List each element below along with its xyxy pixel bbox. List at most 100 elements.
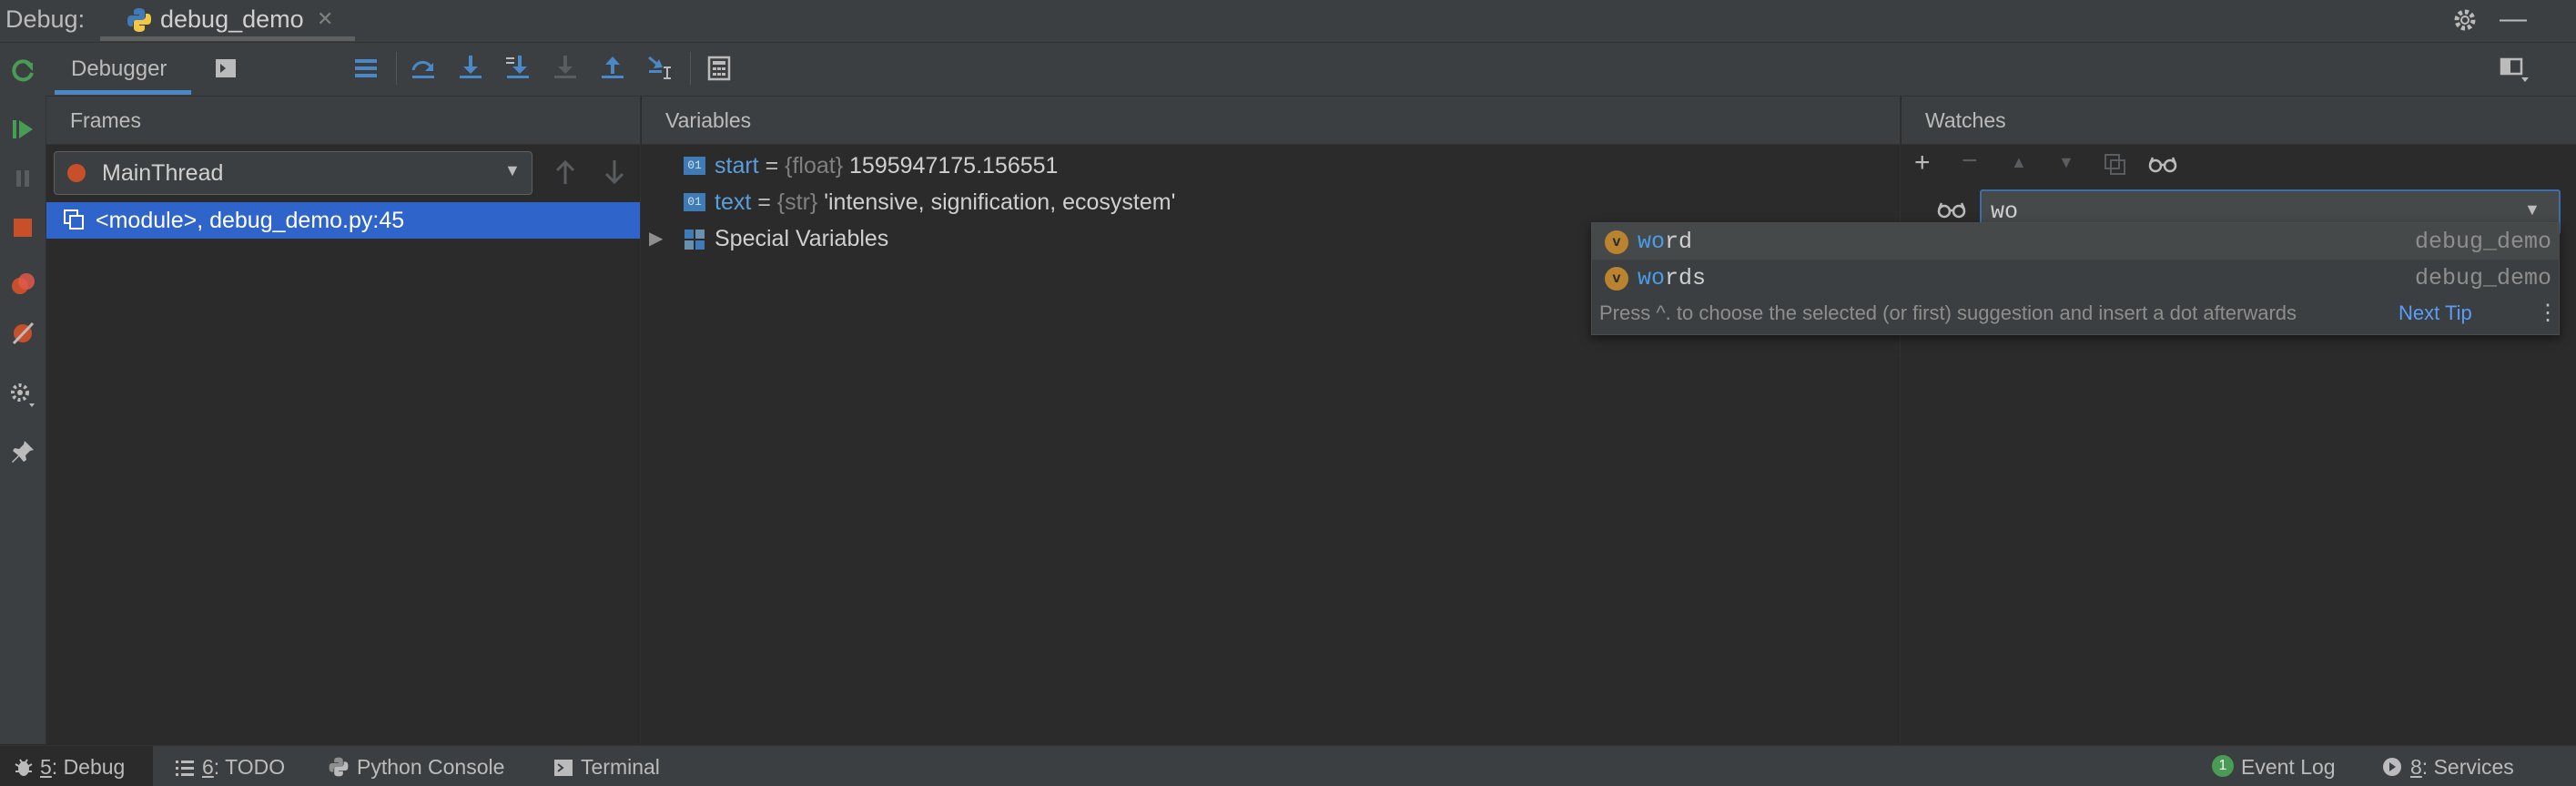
move-up-icon[interactable]: ▲ [2011,153,2027,172]
thread-status-icon [67,164,86,182]
toolbar-separator [690,52,691,85]
completion-rest: rds [1665,265,1707,291]
variable-name: text [715,189,752,215]
more-options-icon[interactable]: ⋮ [2537,300,2559,326]
event-log-badge: 1 [2212,755,2234,777]
step-out-icon[interactable] [599,54,626,81]
terminal-icon [554,760,573,776]
variable-row[interactable]: 01 text = {str} 'intensive, significatio… [642,185,1900,219]
tab-debugger[interactable]: Debugger [71,43,167,92]
python-icon [127,8,151,32]
force-step-into-icon [554,56,576,78]
add-watch-icon[interactable]: + [1914,148,1931,179]
console-icon [216,59,236,77]
run-to-cursor-icon[interactable] [646,54,675,83]
chevron-down-icon[interactable]: ▼ [2524,200,2541,219]
frame-label: <module>, debug_demo.py:45 [96,208,405,233]
expand-arrow-icon[interactable]: ▶ [649,227,663,250]
tool-window-terminal-label: Terminal [581,755,660,779]
next-frame-icon[interactable] [602,158,627,186]
tool-window-todo[interactable]: 6: TODO [175,755,285,780]
completion-rest: rd [1665,229,1693,255]
frames-panel: Frames MainThread ▼ <module>, debug_demo… [46,97,641,744]
watch-glasses-icon [1937,202,1966,219]
tool-window-terminal[interactable]: Terminal [553,755,660,780]
toolbar-separator [396,52,397,85]
view-breakpoints-icon[interactable] [9,271,36,298]
tool-window-event-log[interactable]: Event Log [2241,755,2336,780]
variables-title: Variables [665,108,752,132]
debug-side-toolbar [0,43,46,744]
tool-window-python-console[interactable]: Python Console [328,755,504,780]
debug-label: Debug: [5,5,86,33]
tool-window-debug-num: 5 [40,755,52,779]
minimize-icon[interactable]: — [2500,4,2527,35]
remove-watch-icon[interactable]: − [1962,146,1978,177]
step-into-icon[interactable] [457,54,484,81]
variable-type: {str} [776,189,818,215]
completion-popup: v word debug_demo v words debug_demo Pre… [1591,222,2560,335]
pause-icon[interactable] [9,165,36,192]
tab-console[interactable]: Console [215,43,295,120]
special-variables-label: Special Variables [715,226,889,251]
previous-frame-icon[interactable] [553,158,578,186]
pin-icon[interactable] [9,438,36,465]
step-into-my-code-icon[interactable] [504,54,532,81]
python-console-icon [329,757,349,777]
frame-icon [64,209,84,230]
layout-settings-icon[interactable] [2500,56,2530,85]
completion-item[interactable]: v words debug_demo [1592,260,2559,296]
frames-title: Frames [70,108,141,132]
completion-module: debug_demo [2414,265,2551,291]
completion-tip: Press ^. to choose the selected (or firs… [1599,301,2297,324]
thread-name: MainThread [102,160,224,186]
watches-title: Watches [1925,108,2006,132]
frame-row[interactable]: <module>, debug_demo.py:45 [46,202,640,239]
tool-window-python-console-label: Python Console [357,755,505,779]
watches-panel: Watches + − ▲ ▼ wo ▼ [1902,97,2576,744]
bug-icon [15,759,33,776]
tab-underline [100,36,355,41]
watches-header: Watches [1902,97,2576,145]
move-down-icon[interactable]: ▼ [2058,153,2074,172]
services-icon [2383,758,2401,776]
frames-header: Frames [46,97,640,145]
evaluate-expression-icon[interactable] [706,56,732,81]
variable-badge-icon: v [1605,230,1628,254]
mute-breakpoints-icon[interactable] [9,320,36,347]
variables-header: Variables [642,97,1900,145]
next-tip-link[interactable]: Next Tip [2399,301,2472,325]
variables-panel: Variables 01 start = {float} 1595947175.… [642,97,1901,744]
tool-window-debug[interactable]: 5: Debug [13,755,125,780]
debugger-toolbar: Debugger Console [46,43,2576,120]
show-watches-glasses-icon[interactable] [2147,155,2178,173]
variable-equals: = [751,189,777,215]
variable-row[interactable]: 01 start = {float} 1595947175.156551 [642,148,1900,183]
tool-window-services[interactable]: 8: Services [2381,755,2514,780]
completion-match: wo [1638,229,1666,255]
variable-value: 1595947175.156551 [849,153,1059,179]
tab-active-indicator [55,90,191,95]
todo-list-icon [176,760,194,776]
completion-item[interactable]: v word debug_demo [1592,223,2559,260]
settings-icon[interactable] [7,380,38,411]
variable-type-icon: 01 [684,157,705,175]
stop-icon[interactable] [9,214,36,241]
tool-window-todo-label: : TODO [213,755,286,779]
completion-module: debug_demo [2414,229,2551,255]
gear-icon[interactable] [2450,5,2480,35]
completion-match: wo [1638,265,1666,291]
tool-window-bar: 5: Debug 6: TODO Python Console Terminal… [0,745,2576,786]
debug-config-tab[interactable]: debug_demo ✕ [118,0,355,40]
thread-selector[interactable]: MainThread ▼ [54,151,532,195]
resume-icon[interactable] [9,116,36,143]
special-variables-icon [685,230,705,250]
tool-window-todo-num: 6 [202,755,214,779]
tool-window-services-label: : Services [2421,755,2514,779]
step-over-icon[interactable] [410,54,437,81]
show-execution-point-icon[interactable] [353,56,379,80]
duplicate-watch-icon[interactable] [2104,153,2127,177]
rerun-icon[interactable] [9,57,36,85]
close-icon[interactable]: ✕ [317,7,333,31]
variable-name: start [715,153,759,179]
